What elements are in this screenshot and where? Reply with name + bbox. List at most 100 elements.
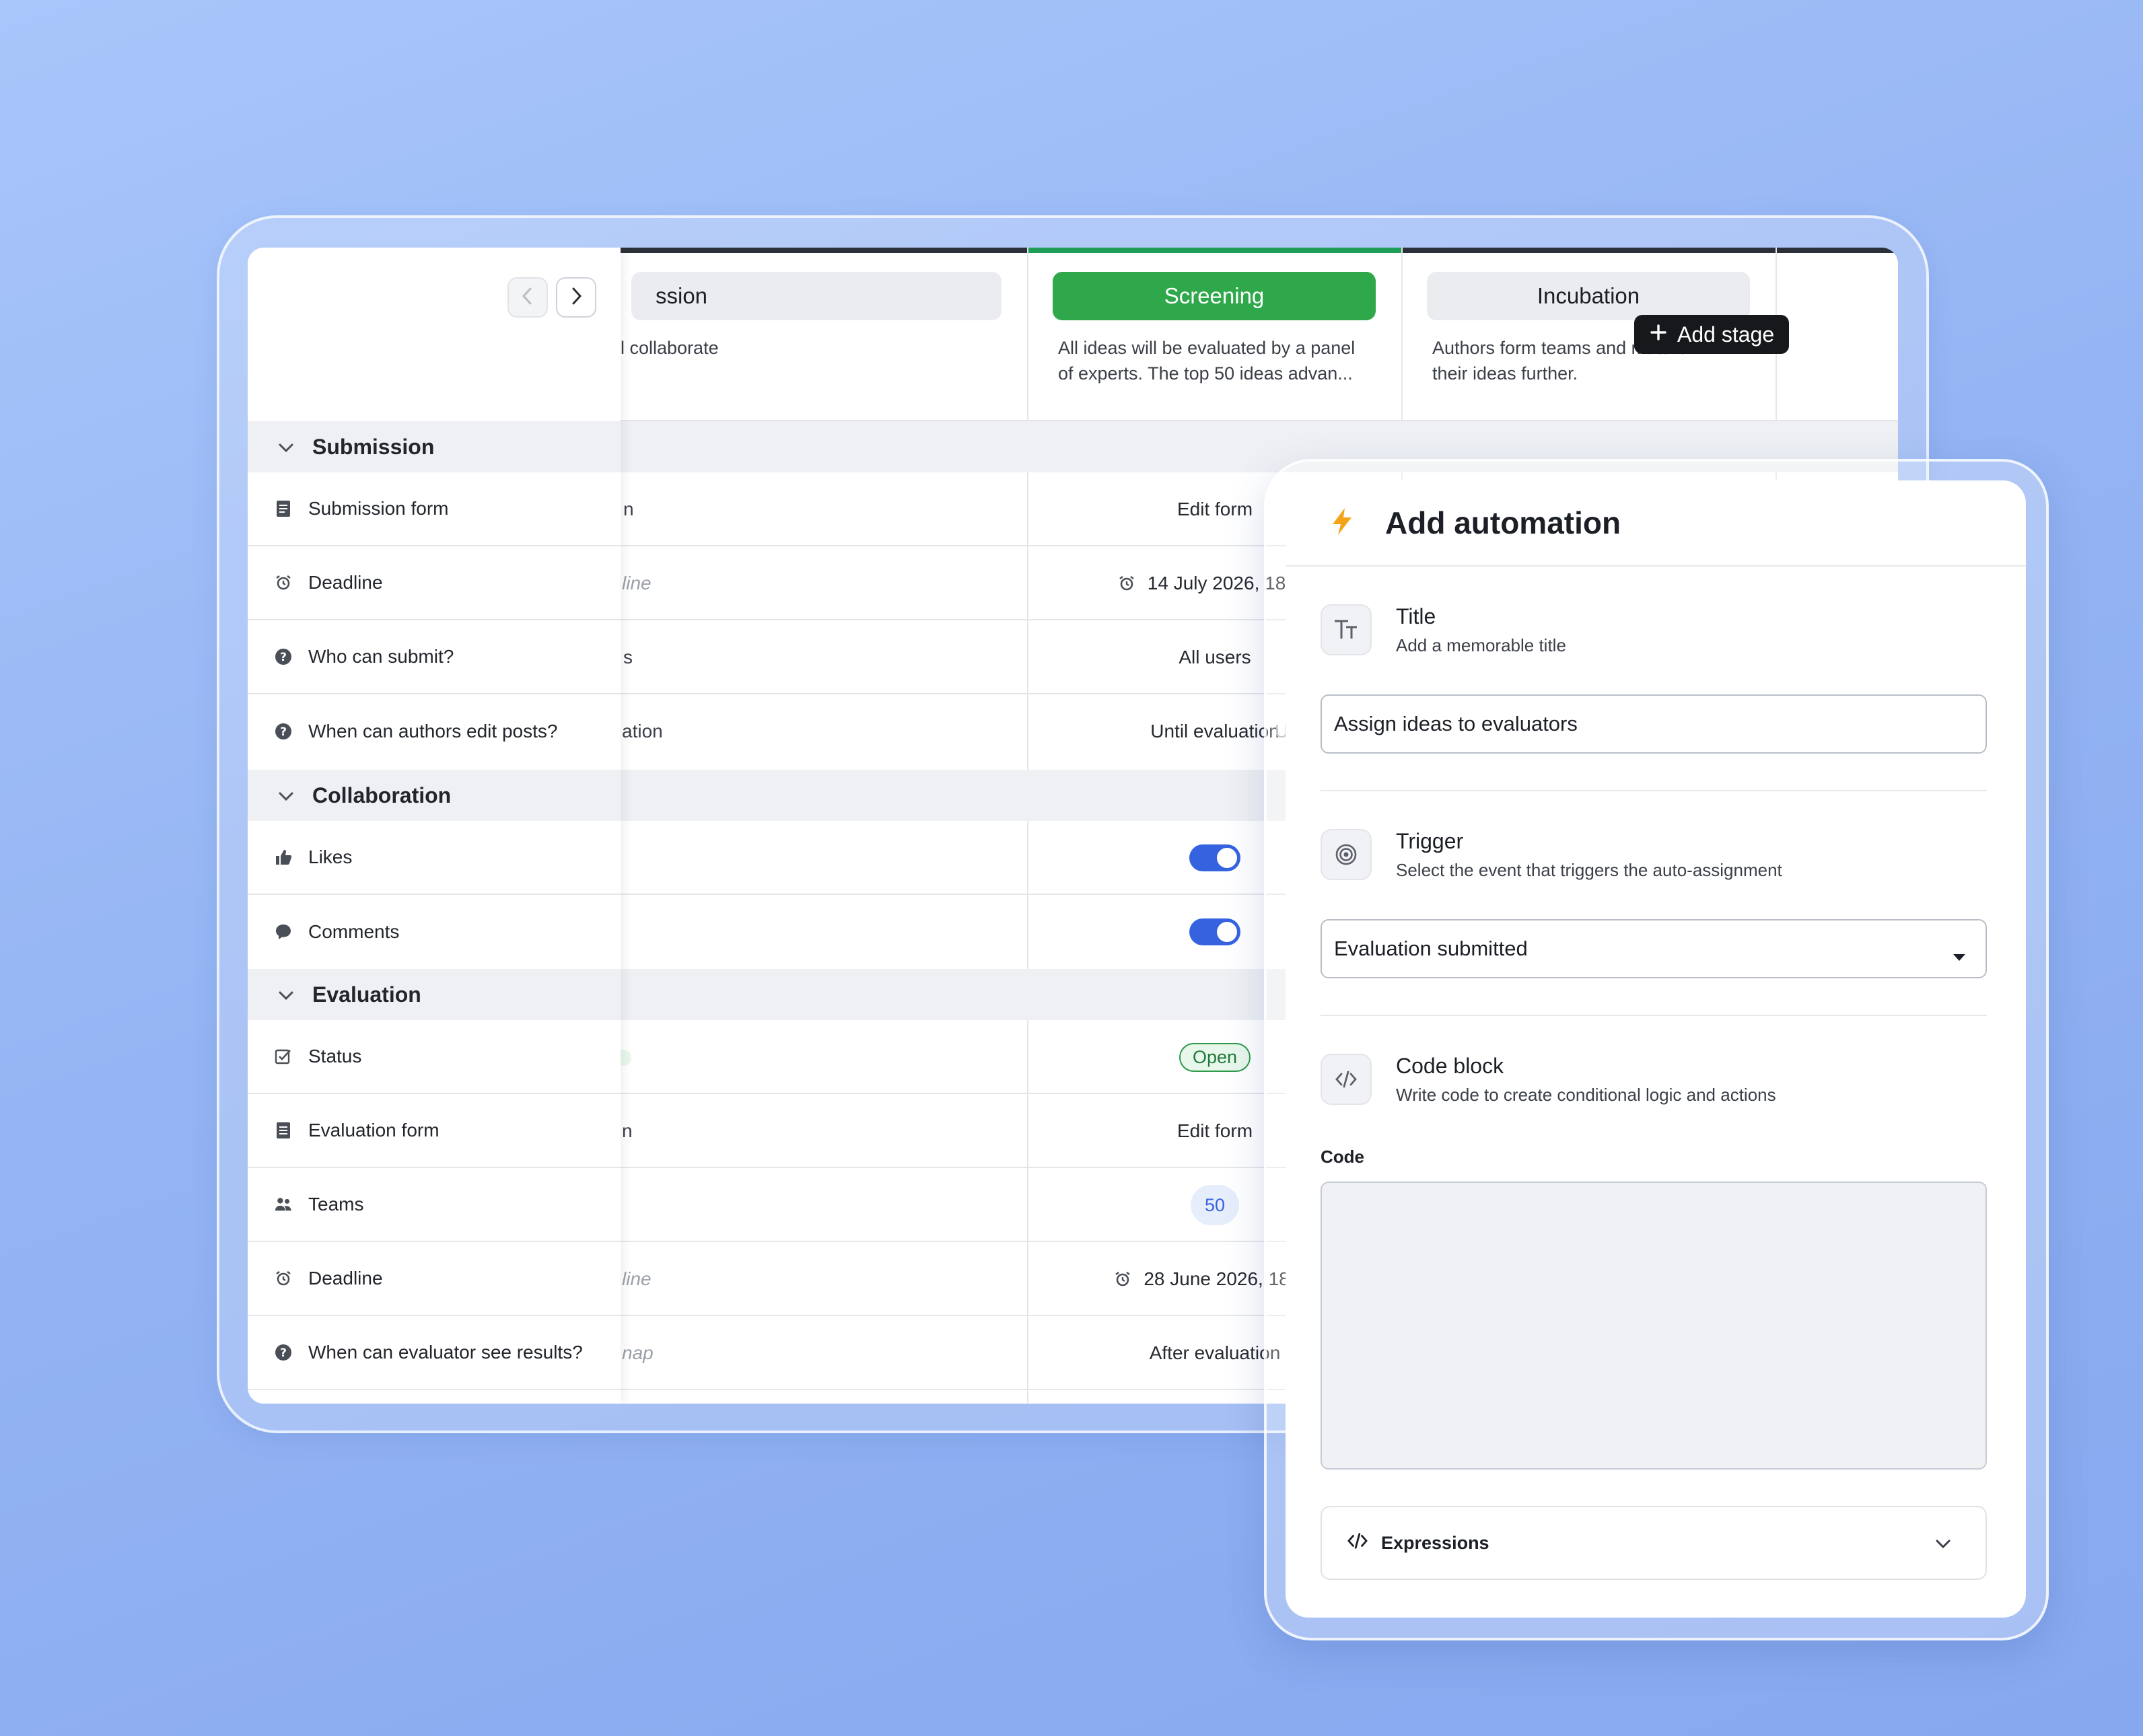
cell-who-submit-prev: s [623,647,633,667]
add-stage-button[interactable]: Add stage [1634,315,1790,354]
code-section-label: Code block [1396,1054,1504,1078]
svg-text:?: ? [280,725,287,739]
alarm-clock-icon [275,574,292,591]
section-title: Evaluation [312,982,421,1007]
chevron-down-icon [277,435,295,460]
modal-header: Add automation [1286,480,2026,567]
expressions-accordion[interactable]: Expressions [1321,1506,1987,1580]
lightning-bolt-icon [1329,507,1356,540]
target-icon [1321,829,1372,880]
row-evaluation-form: Evaluation form [248,1094,621,1168]
trigger-select-value: Evaluation submitted [1334,937,1528,960]
plus-icon [1649,322,1668,347]
people-icon [275,1196,292,1213]
row-label-text: Likes [308,846,353,867]
row-comments: Comments [248,895,621,969]
chevron-left-icon [520,286,536,310]
row-teams: Teams [248,1168,621,1242]
title-input[interactable]: Assign ideas to evaluators [1321,694,1987,754]
question-circle-icon: ? [275,1344,292,1361]
chevron-down-icon [277,783,295,808]
stage-tab-screening[interactable]: Screening [1053,272,1376,320]
caret-down-icon [1952,943,1967,968]
row-deadline-eval: Deadline [248,1242,621,1316]
row-label-text: Status [308,1046,362,1066]
cell-deadline-prev: line [622,573,652,593]
row-submission-form: Submission form [248,472,621,546]
row-label-text: Deadline [308,1268,383,1289]
stage-bar-screening [1027,248,1401,253]
cell-authors-edit-prev: ation [622,721,663,742]
desc-line: of experts. The top 50 ideas advan... [1058,363,1353,384]
svg-text:?: ? [280,1346,287,1360]
form-icon [275,1122,292,1139]
row-label-text: Teams [308,1194,364,1215]
modal-divider [1321,1015,1987,1016]
alarm-clock-icon [1114,1270,1131,1288]
row-label-text: Deadline [308,572,383,593]
title-section-label: Title [1396,604,1436,628]
row-deadline: Deadline [248,546,621,620]
row-who-can-submit: ? Who can submit? [248,620,621,694]
trigger-section-label: Trigger [1396,829,1464,853]
code-icon [1346,1531,1369,1555]
svg-text:?: ? [280,651,287,664]
add-automation-modal: Add automation Title Add a memorable tit… [1286,480,2026,1618]
alarm-clock-icon [1118,575,1135,592]
stage-desc-submission: l collaborate [621,338,719,358]
title-section-sub: Add a memorable title [1396,635,1566,655]
row-status: Status [248,1020,621,1094]
row-label-column: Submission Submission form Deadline ? Wh… [248,248,621,1404]
comment-icon [275,923,292,941]
row-label-text: Submission form [308,498,449,519]
teams-count-badge[interactable]: 50 [1191,1185,1239,1225]
checkbox-icon [275,1048,292,1065]
expressions-label: Expressions [1381,1532,1489,1553]
row-label-text: Evaluation form [308,1120,440,1141]
trigger-select[interactable]: Evaluation submitted [1321,919,1987,978]
trigger-section-sub: Select the event that triggers the auto-… [1396,860,1782,880]
code-field-label: Code [1321,1147,1364,1167]
modal-divider [1321,790,1987,791]
row-label-text: When can authors edit posts? [308,721,558,742]
code-editor[interactable] [1321,1182,1987,1470]
comments-toggle[interactable] [1189,918,1240,945]
code-icon [1321,1054,1372,1105]
row-label-text: Comments [308,921,400,942]
row-likes: Likes [248,821,621,895]
row-label-text: Who can submit? [308,646,454,667]
stage-desc-screening: All ideas will be evaluated by a panel o… [1058,335,1401,386]
add-stage-label: Add stage [1677,322,1775,347]
likes-toggle[interactable] [1189,844,1240,871]
question-circle-icon: ? [275,648,292,665]
prev-stage-button[interactable] [507,277,548,318]
row-evaluator-results: ? When can evaluator see results? [248,1316,621,1390]
section-header-submission[interactable]: Submission [248,421,621,472]
cell-submission-form-prev: n [623,499,634,519]
stage-tab-submission[interactable]: ssion [631,272,1002,320]
question-circle-icon: ? [275,723,292,740]
section-title: Submission [312,434,435,459]
section-header-collaboration[interactable]: Collaboration [248,770,621,821]
text-format-icon [1321,604,1372,655]
desc-line: All ideas will be evaluated by a panel [1058,338,1356,358]
modal-title: Add automation [1385,505,1621,540]
stage-bar-submission [621,248,1027,253]
cell-eval-form-prev: n [622,1120,633,1141]
section-header-evaluation[interactable]: Evaluation [248,969,621,1020]
chevron-down-icon [1934,1534,1952,1555]
chevron-down-icon [277,982,295,1007]
stage-bar-end [1776,248,1898,253]
next-stage-button[interactable] [556,277,596,318]
status-badge[interactable]: Open [1179,1042,1251,1072]
section-title: Collaboration [312,783,452,807]
row-authors-edit: ? When can authors edit posts? [248,694,621,768]
cell-eval-results-prev: nap [622,1342,654,1363]
stage-tab-incubation[interactable]: Incubation [1427,272,1750,320]
cell-deadline2-prev: line [622,1268,652,1289]
code-section-sub: Write code to create conditional logic a… [1396,1085,1776,1105]
thumbs-up-icon [275,848,292,866]
chevron-right-icon [568,286,584,310]
alarm-clock-icon [275,1270,292,1287]
desc-line: their ideas further. [1432,363,1578,384]
